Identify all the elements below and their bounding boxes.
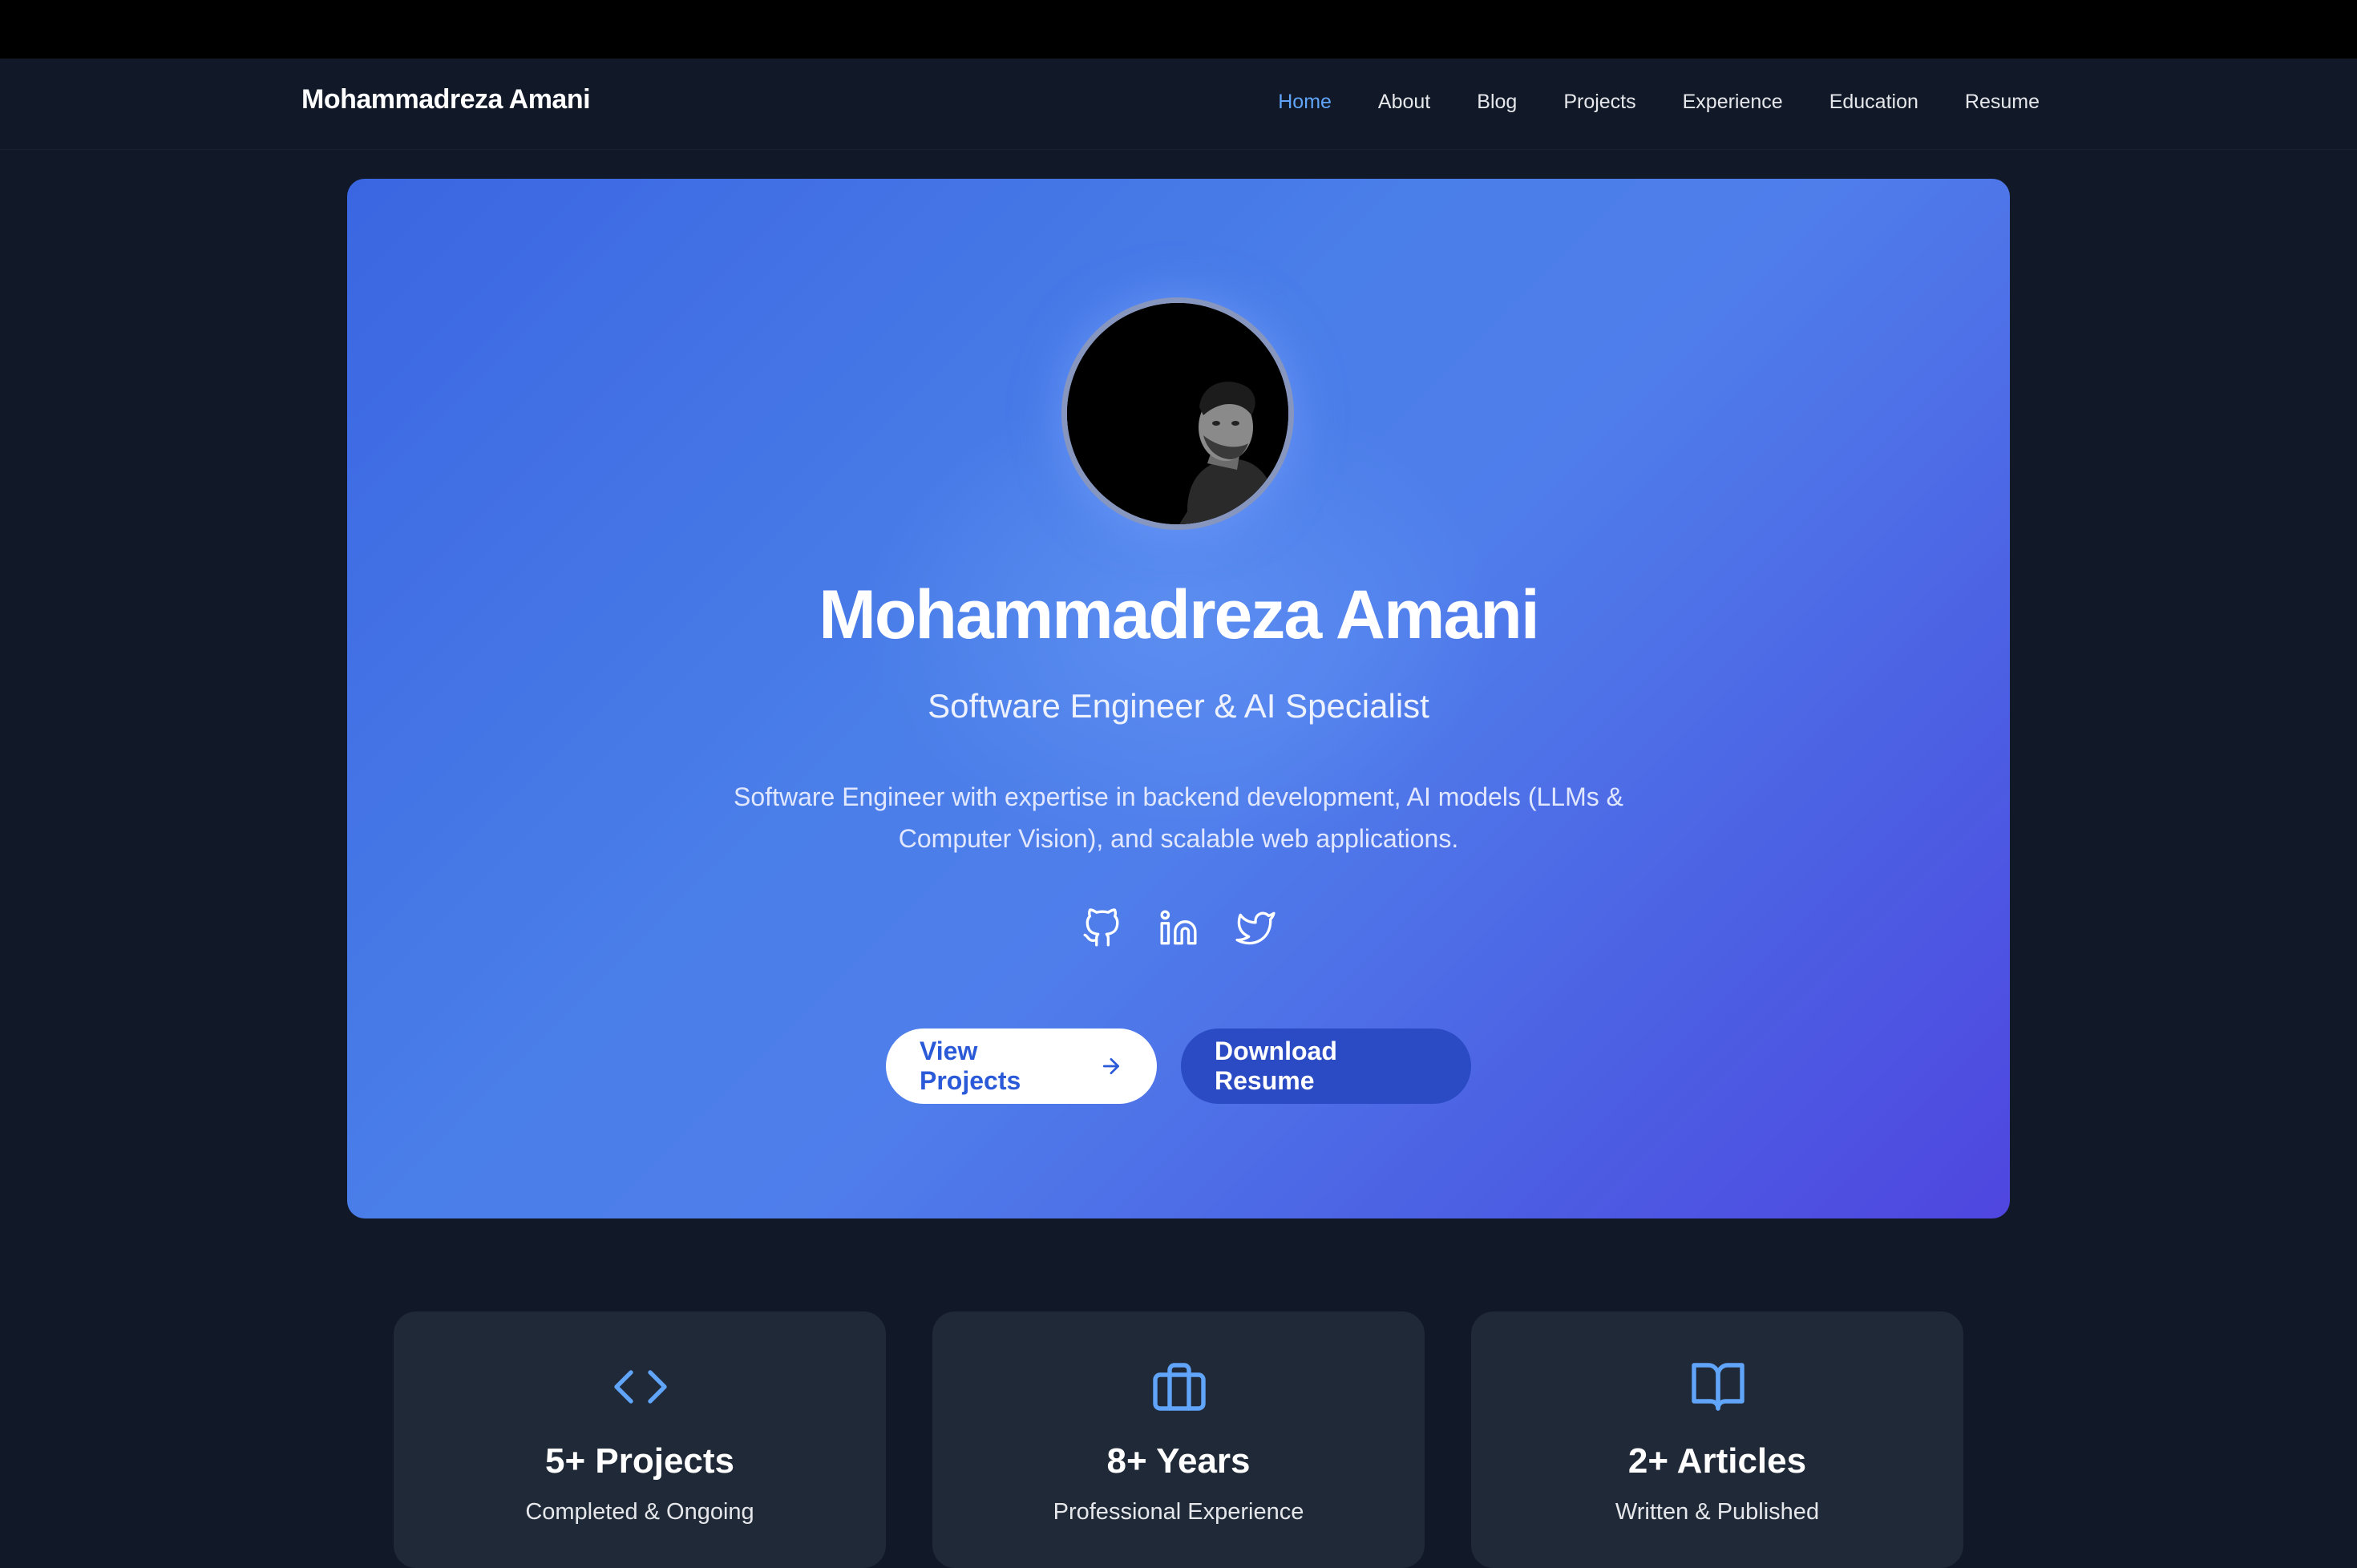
- social-links: [347, 908, 2010, 948]
- stat-title: 8+ Years: [1106, 1441, 1251, 1481]
- hero-description: Software Engineer with expertise in back…: [734, 782, 1623, 853]
- stat-title: 5+ Projects: [544, 1441, 735, 1481]
- briefcase-icon: [1153, 1363, 1206, 1411]
- linkedin-icon[interactable]: [1158, 908, 1199, 948]
- stat-subtitle: Completed & Ongoing: [525, 1499, 754, 1525]
- github-icon[interactable]: [1081, 908, 1122, 948]
- navbar: Mohammadreza Amani Home About Blog Proje…: [0, 59, 2357, 150]
- stat-title: 2+ Articles: [1627, 1441, 1807, 1481]
- book-open-icon: [1692, 1363, 1745, 1411]
- twitter-icon[interactable]: [1235, 908, 1276, 948]
- nav-link-home[interactable]: Home: [1278, 91, 1332, 114]
- view-projects-button[interactable]: View Projects: [886, 1028, 1157, 1104]
- stat-card-projects: 5+ Projects Completed & Ongoing: [394, 1311, 886, 1568]
- nav-links: Home About Blog Projects Experience Educ…: [1278, 91, 2040, 114]
- code-icon: [614, 1370, 667, 1404]
- arrow-right-icon: [1103, 1057, 1120, 1075]
- view-projects-label: View Projects: [920, 1037, 1021, 1095]
- profile-photo: [1067, 303, 1288, 524]
- nav-link-experience[interactable]: Experience: [1683, 91, 1783, 114]
- stat-subtitle: Written & Published: [1615, 1499, 1820, 1525]
- avatar: [1061, 297, 1294, 530]
- stats-section: 5+ Projects Completed & Ongoing 8+ Years…: [0, 1311, 2357, 1568]
- stat-card-years: 8+ Years Professional Experience: [932, 1311, 1425, 1568]
- nav-link-projects[interactable]: Projects: [1563, 91, 1635, 114]
- hero-buttons: View Projects Download Resume: [347, 1028, 2010, 1104]
- site-brand[interactable]: Mohammadreza Amani: [301, 84, 591, 115]
- nav-link-education[interactable]: Education: [1829, 91, 1918, 114]
- stat-subtitle: Professional Experience: [1053, 1499, 1304, 1525]
- nav-link-about[interactable]: About: [1378, 91, 1430, 114]
- download-resume-label: Download Resume: [1215, 1037, 1337, 1095]
- hero-name: Mohammadreza Amani: [819, 576, 1540, 653]
- nav-link-resume[interactable]: Resume: [1965, 91, 2040, 114]
- hero-section: Mohammadreza Amani Software Engineer & A…: [347, 179, 2010, 1218]
- nav-link-blog[interactable]: Blog: [1477, 91, 1517, 114]
- stat-card-articles: 2+ Articles Written & Published: [1471, 1311, 1963, 1568]
- download-resume-button[interactable]: Download Resume: [1181, 1028, 1471, 1104]
- browser-top-bar: [0, 0, 2357, 59]
- hero-subtitle: Software Engineer & AI Specialist: [928, 687, 1429, 725]
